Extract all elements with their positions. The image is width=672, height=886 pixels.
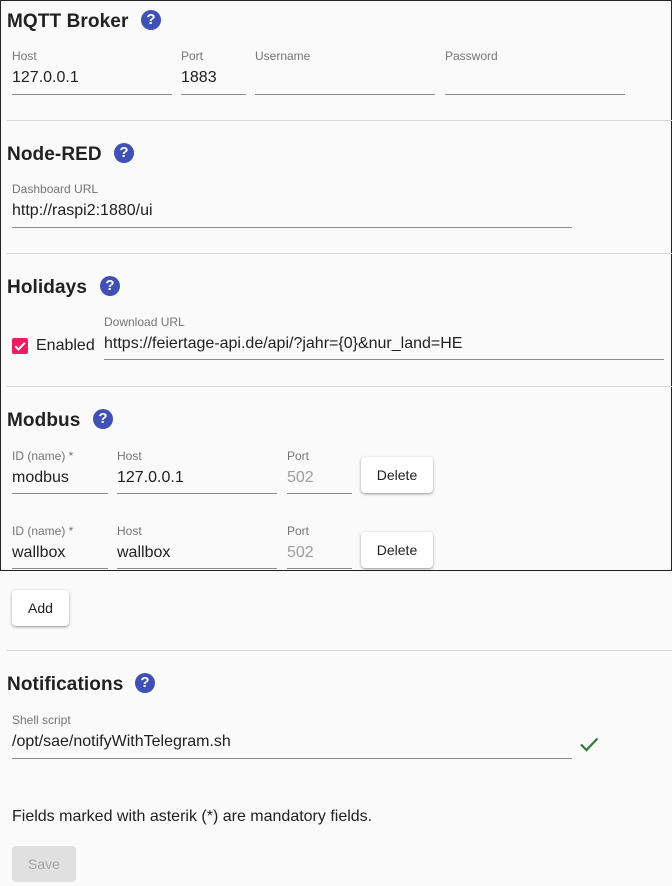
nodered-section-title: Node-RED — [7, 144, 102, 165]
modbus-port-label: Port — [287, 449, 310, 463]
modbus-port-underline — [287, 568, 352, 569]
modbus-delete-button[interactable]: Delete — [361, 457, 433, 493]
modbus-add-button[interactable]: Add — [12, 590, 69, 626]
modbus-host-label: Host — [117, 449, 142, 463]
mqtt-password-input[interactable] — [445, 69, 625, 91]
mqtt-help-icon[interactable]: ? — [141, 10, 161, 30]
modbus-host-label: Host — [117, 524, 142, 538]
holidays-section-title: Holidays — [7, 277, 87, 298]
mqtt-username-input[interactable] — [255, 69, 435, 91]
mqtt-password-underline — [445, 94, 625, 95]
section-divider — [7, 386, 672, 387]
dashboard-url-input[interactable]: http://raspi2:1880/ui — [12, 202, 153, 220]
modbus-id-input[interactable]: modbus — [12, 469, 69, 487]
nodered-help-icon[interactable]: ? — [114, 143, 134, 163]
section-divider — [7, 120, 672, 121]
mqtt-host-underline — [12, 94, 172, 95]
modbus-host-underline — [117, 493, 277, 494]
mqtt-username-label: Username — [255, 49, 311, 63]
holidays-enabled-label: Enabled — [36, 337, 95, 354]
modbus-port-input[interactable]: 502 — [287, 469, 314, 487]
mandatory-fields-note: Fields marked with asterik (*) are manda… — [12, 808, 373, 825]
modbus-id-label: ID (name) * — [12, 524, 74, 538]
modbus-id-underline — [12, 568, 108, 569]
download-url-input[interactable]: https://feiertage-api.de/api/?jahr={0}&n… — [104, 335, 462, 353]
modbus-id-input[interactable]: wallbox — [12, 544, 65, 562]
shell-script-input[interactable]: /opt/sae/notifyWithTelegram.sh — [12, 733, 231, 751]
modbus-host-input[interactable]: wallbox — [117, 544, 170, 562]
modbus-port-label: Port — [287, 524, 310, 538]
modbus-host-input[interactable]: 127.0.0.1 — [117, 469, 184, 487]
mqtt-section-title: MQTT Broker — [7, 11, 129, 32]
modbus-port-underline — [287, 493, 352, 494]
mqtt-password-label: Password — [445, 49, 498, 63]
section-divider — [7, 650, 672, 651]
holidays-enabled-checkbox[interactable] — [12, 338, 28, 354]
mqtt-host-input[interactable]: 127.0.0.1 — [12, 69, 79, 87]
checkbox-check-icon — [14, 342, 26, 351]
modbus-id-label: ID (name) * — [12, 449, 74, 463]
holidays-help-icon[interactable]: ? — [100, 276, 120, 296]
modbus-host-underline — [117, 568, 277, 569]
modbus-section-title: Modbus — [7, 410, 81, 431]
modbus-id-underline — [12, 493, 108, 494]
modbus-delete-button[interactable]: Delete — [361, 532, 433, 568]
shell-script-underline — [12, 758, 572, 759]
download-url-underline — [104, 359, 664, 360]
notifications-help-icon[interactable]: ? — [135, 673, 155, 693]
modbus-help-icon[interactable]: ? — [93, 409, 113, 429]
mqtt-host-label: Host — [12, 49, 37, 63]
dashboard-url-underline — [12, 227, 572, 228]
mqtt-port-label: Port — [181, 49, 204, 63]
save-button[interactable]: Save — [12, 846, 76, 882]
valid-check-icon — [580, 737, 599, 752]
mqtt-port-underline — [181, 94, 246, 95]
download-url-label: Download URL — [104, 315, 185, 329]
notifications-section-title: Notifications — [7, 674, 124, 695]
shell-script-label: Shell script — [12, 713, 71, 727]
section-divider — [7, 253, 672, 254]
modbus-port-input[interactable]: 502 — [287, 544, 314, 562]
mqtt-port-input[interactable]: 1883 — [181, 69, 217, 87]
dashboard-url-label: Dashboard URL — [12, 182, 99, 196]
mqtt-username-underline — [255, 94, 435, 95]
